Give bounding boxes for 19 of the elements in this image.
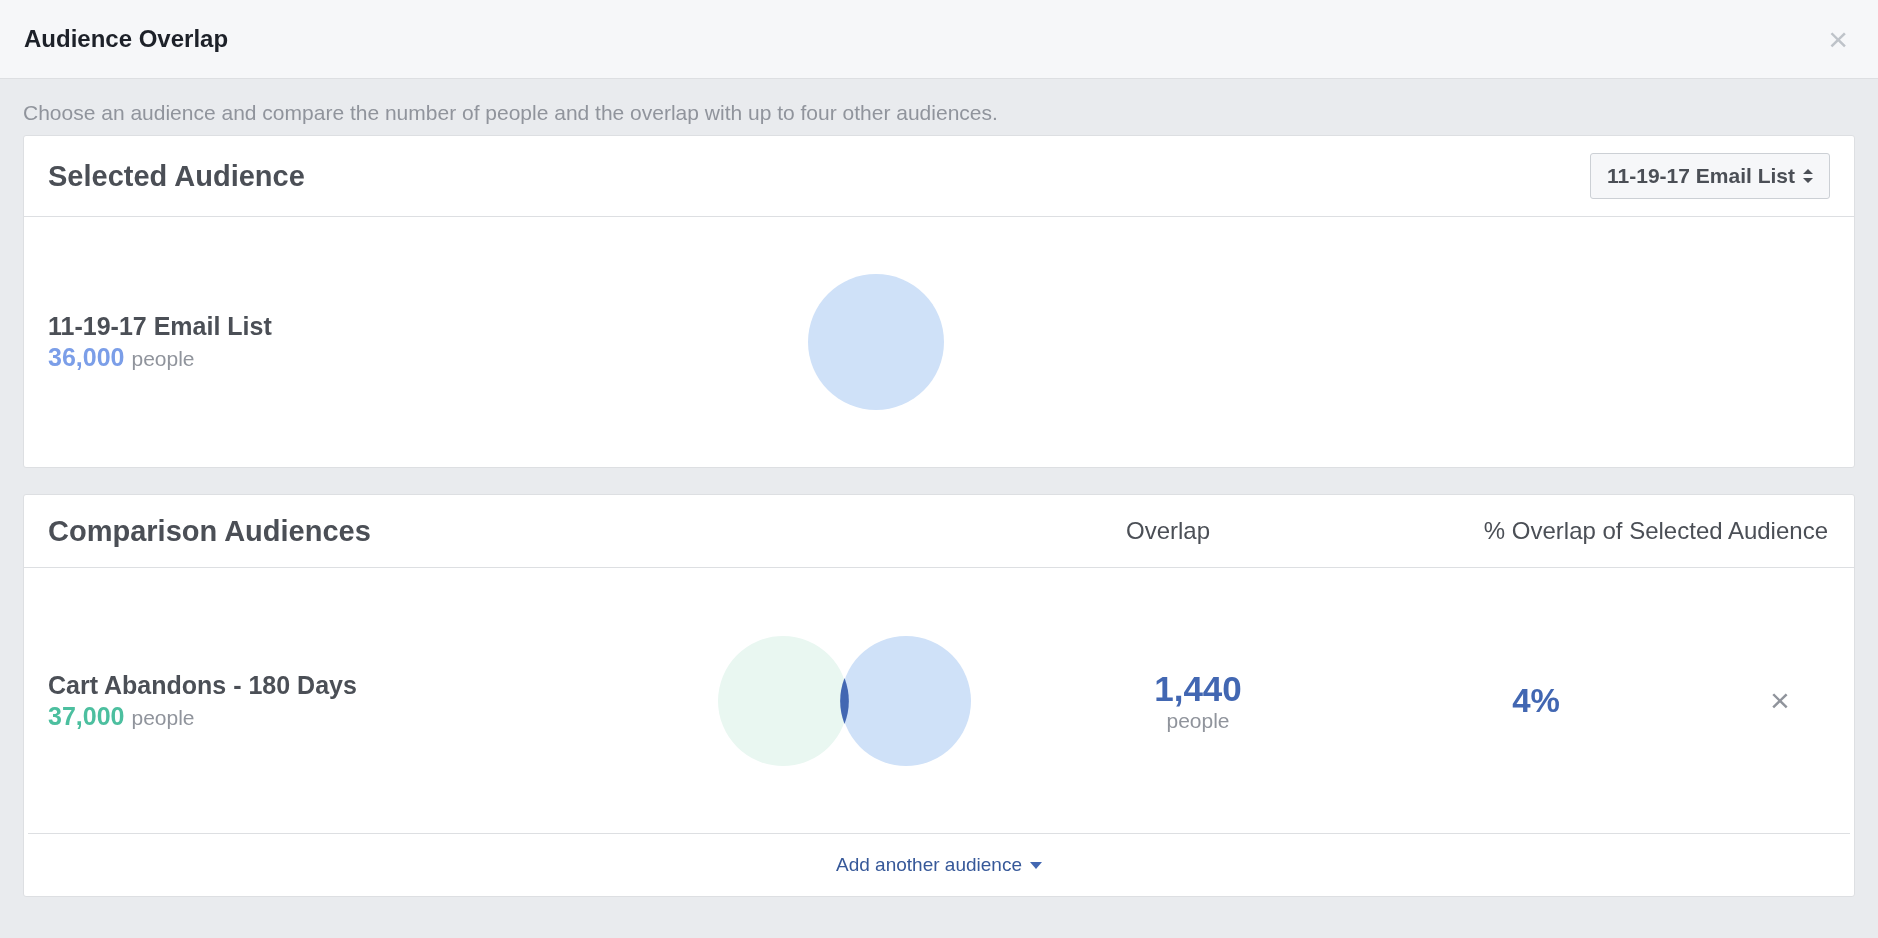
audience-count: 37,000: [48, 701, 125, 731]
add-audience-link[interactable]: Add another audience: [836, 854, 1042, 876]
audience-name: Cart Abandons - 180 Days: [48, 670, 358, 700]
caret-icon: [1029, 861, 1042, 869]
section-heading: Selected Audience: [48, 159, 306, 193]
audience-count: 36,000: [48, 343, 125, 372]
overlap-count: 1,440: [1154, 668, 1242, 709]
dialog-title: Audience Overlap: [24, 25, 229, 53]
sort-arrows-icon: [1803, 169, 1813, 183]
count-unit: people: [131, 705, 195, 730]
audience-name: 11-19-17 Email List: [48, 312, 273, 341]
overlap-percent: 4%: [1512, 681, 1560, 720]
column-header: Overlap: [1124, 517, 1211, 545]
audience-dropdown[interactable]: 11-19-17 Email List: [1590, 153, 1830, 199]
section-heading: Comparison Audiences: [48, 514, 372, 548]
column-header: % Overlap of Selected Audience: [1482, 517, 1828, 545]
description-text: Choose an audience and compare the number of people and the overlap with up to four other audiences.: [22, 100, 999, 126]
count-unit: people: [1166, 708, 1230, 733]
count-unit: people: [131, 347, 195, 371]
